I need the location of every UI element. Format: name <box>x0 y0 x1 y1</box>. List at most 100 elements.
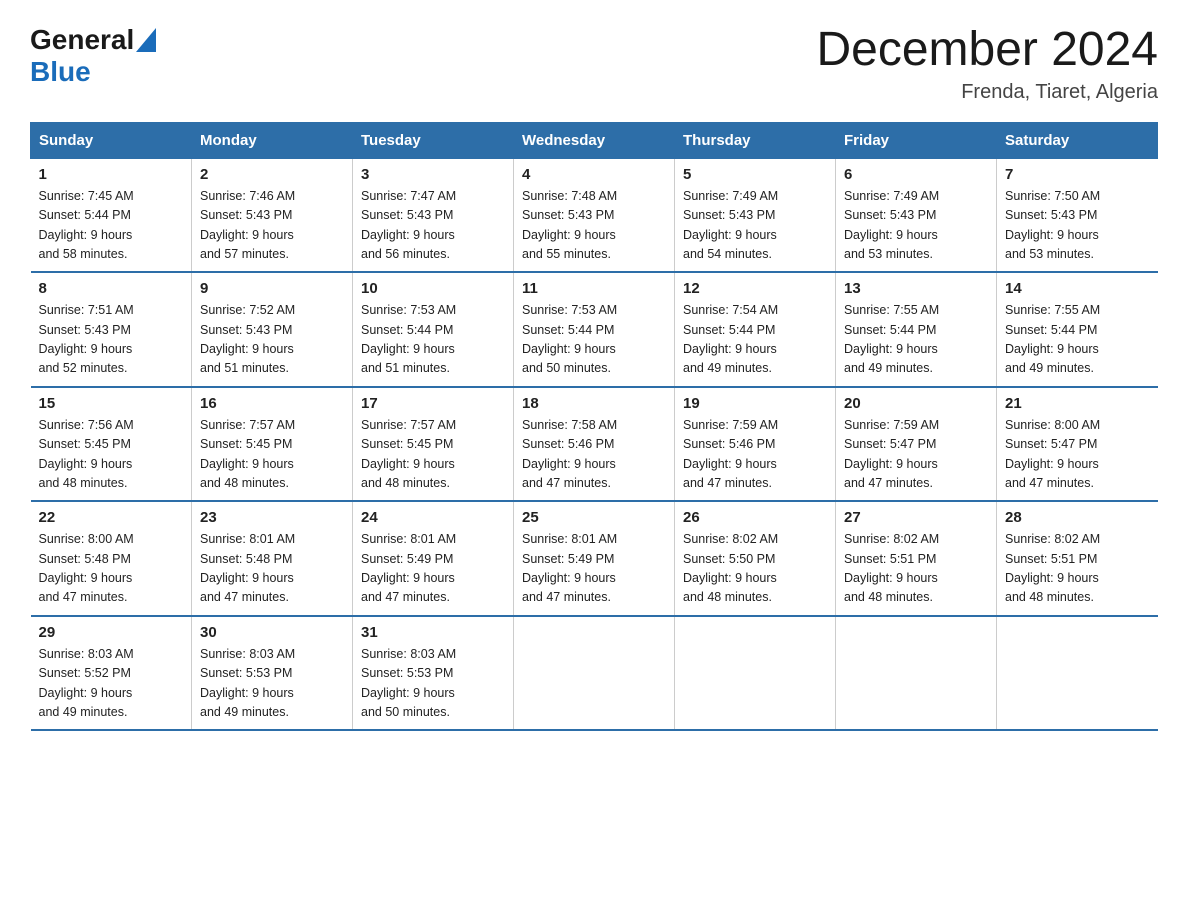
calendar-cell: 25Sunrise: 8:01 AMSunset: 5:49 PMDayligh… <box>514 501 675 616</box>
page-header: General Blue December 2024 Frenda, Tiare… <box>30 24 1158 104</box>
day-number: 15 <box>39 395 184 412</box>
day-number: 24 <box>361 509 505 526</box>
day-number: 12 <box>683 280 827 297</box>
calendar-cell: 18 Sunrise: 7:58 AMSunset: 5:46 PMDayligh… <box>514 387 675 502</box>
calendar-header: Sunday Monday Tuesday Wednesday Thursday… <box>31 122 1158 158</box>
logo-blue-text: Blue <box>30 56 91 88</box>
day-number: 29 <box>39 624 184 641</box>
calendar-cell: 28Sunrise: 8:02 AMSunset: 5:51 PMDayligh… <box>997 501 1158 616</box>
calendar-cell: 6 Sunrise: 7:49 AMSunset: 5:43 PMDaylight… <box>836 158 997 272</box>
day-number: 30 <box>200 624 344 641</box>
calendar-cell: 21 Sunrise: 8:00 AMSunset: 5:47 PMDayligh… <box>997 387 1158 502</box>
calendar-week-row: 8Sunrise: 7:51 AMSunset: 5:43 PMDaylight… <box>31 272 1158 387</box>
day-info: Sunrise: 7:48 AMSunset: 5:43 PMDaylight:… <box>522 187 666 265</box>
calendar-cell: 11 Sunrise: 7:53 AMSunset: 5:44 PMDayligh… <box>514 272 675 387</box>
calendar-week-row: 1Sunrise: 7:45 AMSunset: 5:44 PMDaylight… <box>31 158 1158 272</box>
calendar-week-row: 22 Sunrise: 8:00 AMSunset: 5:48 PMDayligh… <box>31 501 1158 616</box>
calendar-cell: 9 Sunrise: 7:52 AMSunset: 5:43 PMDaylight… <box>192 272 353 387</box>
calendar-cell: 4Sunrise: 7:48 AMSunset: 5:43 PMDaylight… <box>514 158 675 272</box>
day-info: Sunrise: 7:46 AMSunset: 5:43 PMDaylight:… <box>200 187 344 265</box>
day-number: 1 <box>39 166 184 183</box>
day-number: 3 <box>361 166 505 183</box>
day-info: Sunrise: 7:49 AMSunset: 5:43 PMDaylight:… <box>683 187 827 265</box>
calendar-cell: 12 Sunrise: 7:54 AMSunset: 5:44 PMDayligh… <box>675 272 836 387</box>
calendar-cell: 2 Sunrise: 7:46 AMSunset: 5:43 PMDaylight… <box>192 158 353 272</box>
day-number: 17 <box>361 395 505 412</box>
col-sunday: Sunday <box>31 122 192 158</box>
calendar-cell <box>675 616 836 731</box>
calendar-cell: 20Sunrise: 7:59 AMSunset: 5:47 PMDayligh… <box>836 387 997 502</box>
calendar-cell: 30 Sunrise: 8:03 AMSunset: 5:53 PMDayligh… <box>192 616 353 731</box>
header-row: Sunday Monday Tuesday Wednesday Thursday… <box>31 122 1158 158</box>
day-number: 6 <box>844 166 988 183</box>
day-number: 27 <box>844 509 988 526</box>
day-number: 18 <box>522 395 666 412</box>
day-number: 21 <box>1005 395 1150 412</box>
day-info: Sunrise: 8:02 AMSunset: 5:51 PMDaylight:… <box>844 530 988 608</box>
calendar-cell: 13Sunrise: 7:55 AMSunset: 5:44 PMDayligh… <box>836 272 997 387</box>
day-info: Sunrise: 8:03 AMSunset: 5:53 PMDaylight:… <box>200 645 344 723</box>
day-number: 11 <box>522 280 666 297</box>
calendar-cell: 1Sunrise: 7:45 AMSunset: 5:44 PMDaylight… <box>31 158 192 272</box>
calendar-cell: 24 Sunrise: 8:01 AMSunset: 5:49 PMDayligh… <box>353 501 514 616</box>
day-info: Sunrise: 7:58 AMSunset: 5:46 PMDaylight:… <box>522 416 666 494</box>
location-title: Frenda, Tiaret, Algeria <box>816 81 1158 104</box>
day-number: 19 <box>683 395 827 412</box>
calendar-cell: 22 Sunrise: 8:00 AMSunset: 5:48 PMDayligh… <box>31 501 192 616</box>
calendar-cell: 3 Sunrise: 7:47 AMSunset: 5:43 PMDaylight… <box>353 158 514 272</box>
day-info: Sunrise: 7:51 AMSunset: 5:43 PMDaylight:… <box>39 301 184 379</box>
logo-general-text: General <box>30 24 134 56</box>
calendar-cell: 29 Sunrise: 8:03 AMSunset: 5:52 PMDayligh… <box>31 616 192 731</box>
calendar-cell: 26 Sunrise: 8:02 AMSunset: 5:50 PMDayligh… <box>675 501 836 616</box>
calendar-body: 1Sunrise: 7:45 AMSunset: 5:44 PMDaylight… <box>31 158 1158 730</box>
calendar-cell: 16Sunrise: 7:57 AMSunset: 5:45 PMDayligh… <box>192 387 353 502</box>
day-number: 9 <box>200 280 344 297</box>
day-info: Sunrise: 7:49 AMSunset: 5:43 PMDaylight:… <box>844 187 988 265</box>
calendar-cell: 23Sunrise: 8:01 AMSunset: 5:48 PMDayligh… <box>192 501 353 616</box>
day-number: 22 <box>39 509 184 526</box>
logo-triangle-icon <box>136 28 156 52</box>
month-title: December 2024 <box>816 24 1158 77</box>
day-number: 14 <box>1005 280 1150 297</box>
day-info: Sunrise: 7:54 AMSunset: 5:44 PMDaylight:… <box>683 301 827 379</box>
calendar-cell: 5Sunrise: 7:49 AMSunset: 5:43 PMDaylight… <box>675 158 836 272</box>
day-info: Sunrise: 8:03 AMSunset: 5:52 PMDaylight:… <box>39 645 184 723</box>
day-info: Sunrise: 8:00 AMSunset: 5:48 PMDaylight:… <box>39 530 184 608</box>
calendar-cell: 14Sunrise: 7:55 AMSunset: 5:44 PMDayligh… <box>997 272 1158 387</box>
calendar-cell: 17Sunrise: 7:57 AMSunset: 5:45 PMDayligh… <box>353 387 514 502</box>
day-info: Sunrise: 7:53 AMSunset: 5:44 PMDaylight:… <box>522 301 666 379</box>
day-number: 20 <box>844 395 988 412</box>
day-info: Sunrise: 8:02 AMSunset: 5:50 PMDaylight:… <box>683 530 827 608</box>
day-number: 10 <box>361 280 505 297</box>
day-number: 28 <box>1005 509 1150 526</box>
day-info: Sunrise: 8:01 AMSunset: 5:49 PMDaylight:… <box>361 530 505 608</box>
day-info: Sunrise: 7:56 AMSunset: 5:45 PMDaylight:… <box>39 416 184 494</box>
day-info: Sunrise: 7:52 AMSunset: 5:43 PMDaylight:… <box>200 301 344 379</box>
day-number: 26 <box>683 509 827 526</box>
day-info: Sunrise: 7:47 AMSunset: 5:43 PMDaylight:… <box>361 187 505 265</box>
day-number: 7 <box>1005 166 1150 183</box>
calendar-cell: 15 Sunrise: 7:56 AMSunset: 5:45 PMDayligh… <box>31 387 192 502</box>
day-number: 25 <box>522 509 666 526</box>
day-info: Sunrise: 7:59 AMSunset: 5:46 PMDaylight:… <box>683 416 827 494</box>
calendar-cell: 19 Sunrise: 7:59 AMSunset: 5:46 PMDayligh… <box>675 387 836 502</box>
logo: General Blue <box>30 24 158 88</box>
calendar-week-row: 15 Sunrise: 7:56 AMSunset: 5:45 PMDayligh… <box>31 387 1158 502</box>
col-tuesday: Tuesday <box>353 122 514 158</box>
calendar-cell <box>836 616 997 731</box>
day-number: 31 <box>361 624 505 641</box>
day-info: Sunrise: 7:50 AMSunset: 5:43 PMDaylight:… <box>1005 187 1150 265</box>
day-info: Sunrise: 8:00 AMSunset: 5:47 PMDaylight:… <box>1005 416 1150 494</box>
calendar-cell: 10Sunrise: 7:53 AMSunset: 5:44 PMDayligh… <box>353 272 514 387</box>
calendar-cell: 31 Sunrise: 8:03 AMSunset: 5:53 PMDayligh… <box>353 616 514 731</box>
day-number: 2 <box>200 166 344 183</box>
col-wednesday: Wednesday <box>514 122 675 158</box>
day-info: Sunrise: 7:57 AMSunset: 5:45 PMDaylight:… <box>200 416 344 494</box>
day-info: Sunrise: 7:55 AMSunset: 5:44 PMDaylight:… <box>844 301 988 379</box>
day-info: Sunrise: 8:03 AMSunset: 5:53 PMDaylight:… <box>361 645 505 723</box>
col-thursday: Thursday <box>675 122 836 158</box>
col-saturday: Saturday <box>997 122 1158 158</box>
day-info: Sunrise: 8:01 AMSunset: 5:48 PMDaylight:… <box>200 530 344 608</box>
col-friday: Friday <box>836 122 997 158</box>
title-section: December 2024 Frenda, Tiaret, Algeria <box>816 24 1158 104</box>
